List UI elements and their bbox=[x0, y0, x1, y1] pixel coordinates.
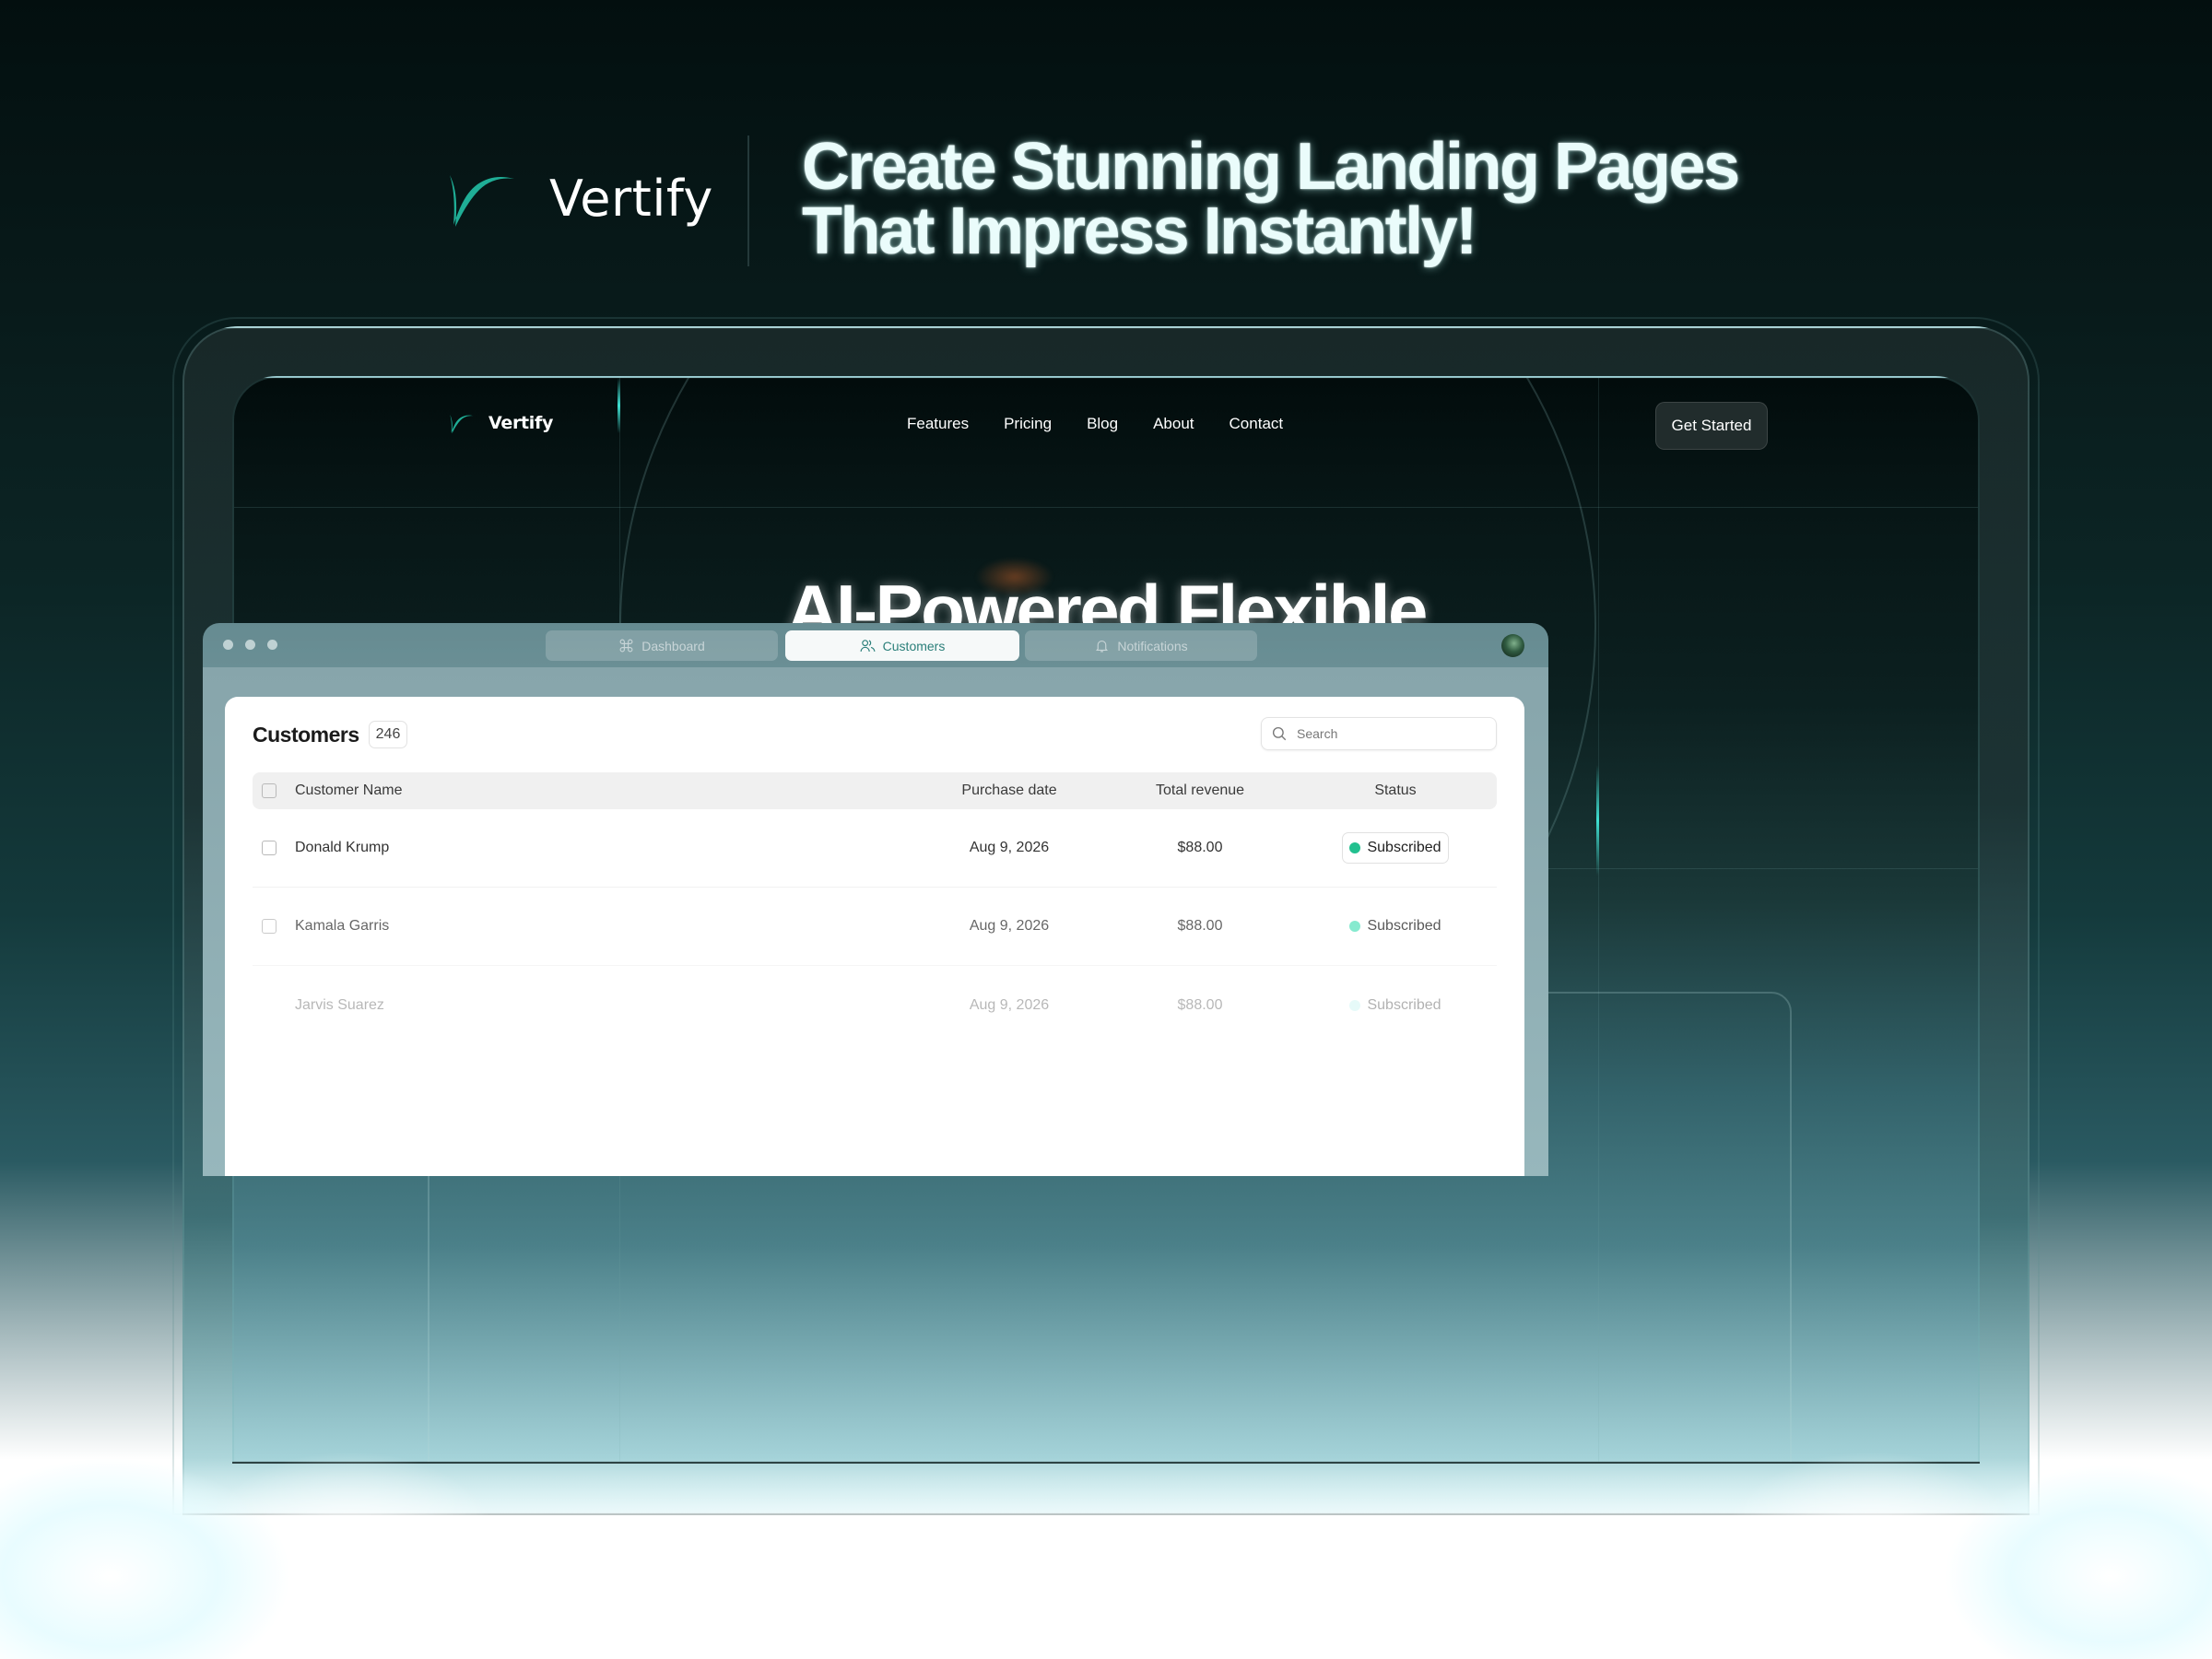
nav-link-features[interactable]: Features bbox=[907, 415, 969, 433]
search-input[interactable] bbox=[1297, 726, 1481, 741]
app-window: Dashboard Customers Notifications Custom… bbox=[203, 623, 1548, 1176]
get-started-button[interactable]: Get Started bbox=[1655, 402, 1768, 450]
nav-link-pricing[interactable]: Pricing bbox=[1004, 415, 1052, 433]
status-badge: Subscribed bbox=[1343, 912, 1447, 941]
window-controls bbox=[223, 640, 277, 650]
customers-card: Customers 246 Customer Name Purchase dat… bbox=[225, 697, 1524, 1176]
nav-link-blog[interactable]: Blog bbox=[1087, 415, 1118, 433]
row-checkbox[interactable] bbox=[262, 919, 276, 934]
tab-label: Customers bbox=[882, 638, 946, 653]
banner-logo: Vertify bbox=[444, 166, 713, 230]
site-brand-name: Vertify bbox=[488, 413, 554, 433]
status-label: Subscribed bbox=[1367, 996, 1441, 1013]
customers-title: Customers bbox=[253, 722, 359, 747]
status-badge: Subscribed bbox=[1342, 832, 1449, 864]
status-label: Subscribed bbox=[1367, 840, 1441, 855]
total-revenue: $88.00 bbox=[1177, 918, 1223, 934]
purchase-date: Aug 9, 2026 bbox=[969, 918, 1050, 934]
status-cell: Subscribed bbox=[1322, 832, 1469, 864]
customer-name: Jarvis Suarez bbox=[295, 996, 384, 1013]
tab-customers[interactable]: Customers bbox=[785, 630, 1019, 661]
status-dot-icon bbox=[1349, 921, 1361, 932]
command-icon bbox=[619, 639, 633, 653]
table-row[interactable]: Kamala Garris Aug 9, 2026 $88.00 Subscri… bbox=[253, 888, 1497, 966]
status-label: Subscribed bbox=[1367, 918, 1441, 934]
select-all-checkbox[interactable] bbox=[262, 783, 276, 798]
window-dot[interactable] bbox=[267, 640, 277, 650]
status-cell: Subscribed bbox=[1322, 912, 1469, 941]
users-icon bbox=[860, 640, 876, 652]
search-box[interactable] bbox=[1261, 717, 1497, 750]
tab-notifications[interactable]: Notifications bbox=[1025, 630, 1257, 661]
banner-divider bbox=[747, 135, 749, 266]
status-cell: Subscribed bbox=[1322, 991, 1469, 1020]
customers-count-badge: 246 bbox=[368, 721, 408, 748]
glow-accent-line bbox=[618, 378, 620, 433]
tab-label: Notifications bbox=[1117, 638, 1188, 653]
user-avatar[interactable] bbox=[1501, 634, 1524, 657]
banner-brand-name: Vertify bbox=[549, 169, 713, 228]
tab-label: Dashboard bbox=[641, 638, 705, 653]
column-header-name[interactable]: Customer Name bbox=[295, 782, 940, 799]
customers-header: Customers 246 bbox=[253, 721, 408, 748]
status-dot-icon bbox=[1349, 842, 1361, 853]
purchase-date: Aug 9, 2026 bbox=[969, 840, 1050, 855]
nav-link-contact[interactable]: Contact bbox=[1230, 415, 1284, 433]
window-dot[interactable] bbox=[223, 640, 233, 650]
banner-headline-line-1: Create Stunning Landing Pages bbox=[802, 130, 1740, 204]
banner-headline-line-2: That Impress Instantly! bbox=[802, 194, 1477, 268]
row-checkbox[interactable] bbox=[262, 841, 276, 855]
vertify-logo-icon bbox=[450, 175, 514, 227]
column-header-date[interactable]: Purchase date bbox=[940, 782, 1078, 799]
table-row[interactable]: Donald Krump Aug 9, 2026 $88.00 Subscrib… bbox=[253, 809, 1497, 888]
row-checkbox[interactable] bbox=[262, 998, 276, 1013]
total-revenue: $88.00 bbox=[1177, 996, 1223, 1013]
grid-line bbox=[234, 507, 1978, 508]
customers-table: Customer Name Purchase date Total revenu… bbox=[253, 772, 1497, 1044]
bell-icon bbox=[1096, 640, 1109, 653]
status-badge: Subscribed bbox=[1343, 991, 1447, 1020]
vertify-logo-icon bbox=[450, 414, 474, 434]
search-icon bbox=[1272, 726, 1287, 741]
nav-link-about[interactable]: About bbox=[1153, 415, 1194, 433]
window-dot[interactable] bbox=[245, 640, 255, 650]
banner-headline: Create Stunning Landing Pages That Impre… bbox=[802, 130, 1740, 268]
customer-name: Donald Krump bbox=[295, 840, 390, 855]
customer-name: Kamala Garris bbox=[295, 918, 390, 934]
table-header: Customer Name Purchase date Total revenu… bbox=[253, 772, 1497, 809]
total-revenue: $88.00 bbox=[1177, 840, 1223, 855]
column-header-revenue[interactable]: Total revenue bbox=[1078, 782, 1322, 799]
purchase-date: Aug 9, 2026 bbox=[969, 996, 1050, 1013]
tab-dashboard[interactable]: Dashboard bbox=[546, 630, 778, 661]
column-header-status[interactable]: Status bbox=[1322, 782, 1469, 799]
site-nav: Features Pricing Blog About Contact bbox=[907, 415, 1283, 433]
table-row[interactable]: Jarvis Suarez Aug 9, 2026 $88.00 Subscri… bbox=[253, 966, 1497, 1044]
status-dot-icon bbox=[1349, 999, 1361, 1011]
site-logo[interactable]: Vertify bbox=[448, 411, 553, 435]
